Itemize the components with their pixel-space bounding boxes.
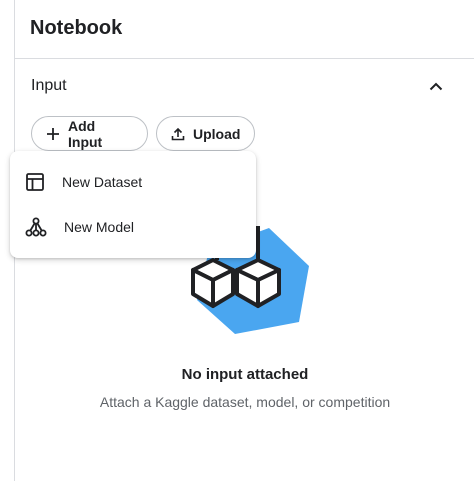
input-section-title: Input xyxy=(31,77,67,94)
upload-icon xyxy=(171,127,185,140)
menu-item-label: New Dataset xyxy=(62,173,143,190)
empty-state-title: No input attached xyxy=(181,366,309,383)
menu-item-new-model[interactable]: New Model xyxy=(10,204,256,249)
add-input-menu: New Dataset New Model xyxy=(10,151,256,258)
table-icon xyxy=(26,172,44,191)
upload-button[interactable]: Upload xyxy=(156,116,255,151)
menu-item-new-dataset[interactable]: New Dataset xyxy=(10,159,256,204)
empty-state-subtitle: Attach a Kaggle dataset, model, or compe… xyxy=(99,394,391,410)
upload-label: Upload xyxy=(193,125,241,142)
menu-item-label: New Model xyxy=(64,218,135,235)
model-graph-icon xyxy=(25,217,47,236)
chevron-up-icon xyxy=(429,82,443,90)
panel-header: Notebook xyxy=(15,0,474,59)
panel-title: Notebook xyxy=(30,17,123,39)
collapse-input-button[interactable] xyxy=(424,74,448,98)
add-input-label: Add Input xyxy=(68,117,103,150)
plus-icon xyxy=(47,127,59,140)
add-input-button[interactable]: Add Input xyxy=(31,116,148,151)
